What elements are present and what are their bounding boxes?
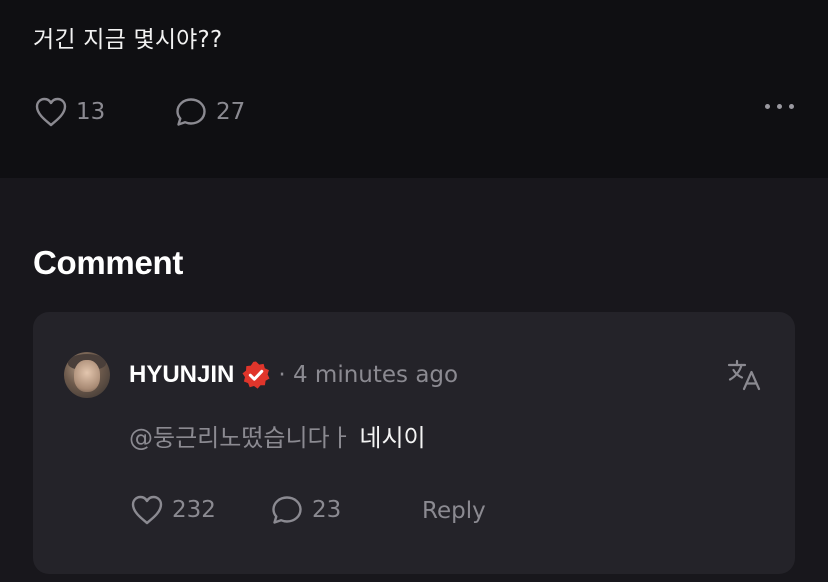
comment-mention[interactable]: @둥근리노떴습니다ㅏ: [129, 424, 352, 452]
verified-icon: [242, 361, 270, 389]
post-like-button[interactable]: 13: [34, 96, 105, 128]
heart-icon: [131, 495, 163, 525]
comment-card: HYUNJIN · 4 minutes ago @둥근리노떴습니다ㅏ 네시이 2…: [33, 312, 795, 574]
post-text: 거긴 지금 몇시야??: [33, 27, 223, 53]
post-comment-button[interactable]: 27: [174, 96, 245, 128]
comment-actions: 232 23 Reply: [130, 494, 630, 530]
post-actions: 13 27: [34, 96, 794, 132]
reply-button[interactable]: Reply: [422, 498, 486, 524]
post-comment-count: 27: [216, 99, 246, 125]
more-icon[interactable]: [765, 104, 794, 109]
avatar[interactable]: [64, 352, 110, 398]
comment-author[interactable]: HYUNJIN: [129, 361, 234, 389]
comment-reply-count-button[interactable]: 23: [270, 494, 341, 526]
comment-like-button[interactable]: 232: [130, 494, 216, 526]
post-like-count: 13: [76, 99, 106, 125]
comment-header: HYUNJIN · 4 minutes ago: [129, 360, 458, 390]
comment-icon: [176, 98, 206, 126]
comment-reply-count: 23: [312, 497, 342, 523]
translate-icon[interactable]: [727, 358, 763, 392]
post: 거긴 지금 몇시야?? 13 27: [0, 0, 828, 178]
comment-text: 네시이: [351, 424, 426, 452]
heart-icon: [35, 97, 67, 127]
comment-like-count: 232: [172, 497, 216, 523]
comment-body: @둥근리노떴습니다ㅏ 네시이: [129, 418, 426, 453]
comment-timestamp: · 4 minutes ago: [278, 362, 459, 388]
comment-section-title: Comment: [33, 244, 184, 281]
comment-icon: [272, 496, 302, 524]
